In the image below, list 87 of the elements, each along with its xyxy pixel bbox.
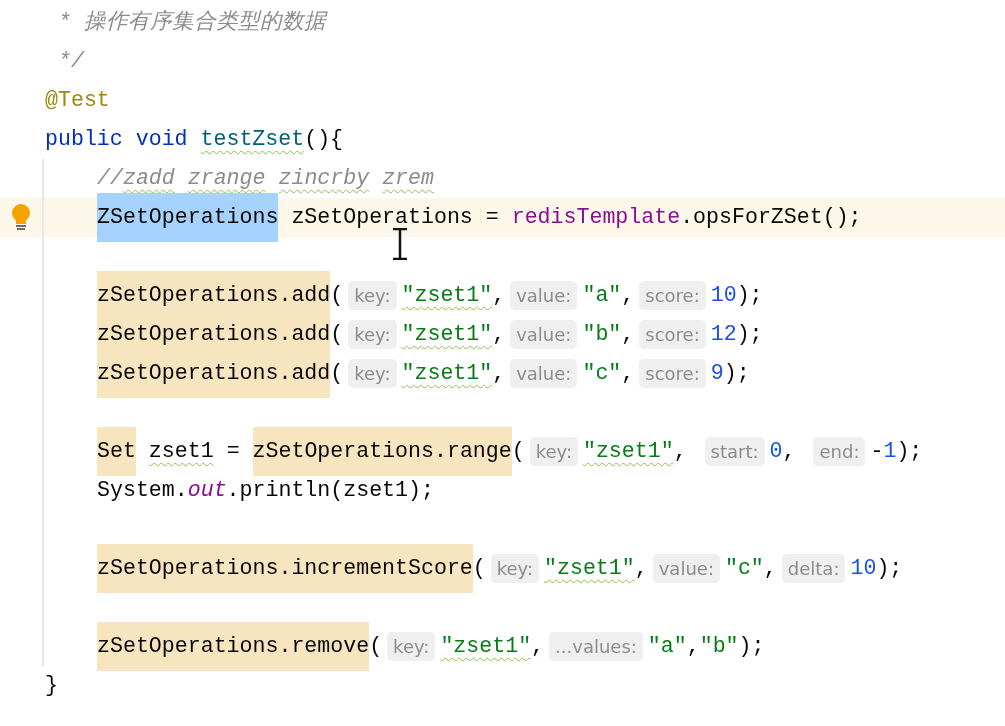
static-field: out — [187, 466, 227, 515]
number-literal: 10 — [850, 555, 877, 582]
code-text: ZSetOperations — [97, 193, 279, 242]
inlay-hint: value: — [510, 281, 578, 310]
text-cursor-icon — [391, 228, 409, 260]
number-literal: 10 — [710, 282, 737, 309]
code-text: , — [531, 633, 545, 660]
code-text: , — [782, 438, 797, 465]
code-text: , — [634, 555, 648, 582]
number-literal: 9 — [710, 360, 724, 387]
code-comment: * 操作有序集合类型的数据 — [56, 9, 326, 36]
string-literal: "zset1" — [440, 633, 532, 660]
code-text: ( — [511, 438, 525, 465]
code-text: zSetOperations.incrementScore — [97, 544, 473, 593]
keyword: public void — [45, 126, 189, 153]
code-text: zSetOperations.range — [252, 427, 512, 476]
lightbulb-icon[interactable] — [10, 202, 32, 233]
code-text: zSetOperations.remove — [97, 622, 370, 671]
code-text: ( — [330, 282, 344, 309]
code-text: ); — [736, 282, 763, 309]
code-text: .opsForZSet(); — [680, 204, 862, 231]
code-text: ( — [369, 633, 383, 660]
number-literal: 1 — [883, 438, 897, 465]
code-text: ( — [330, 360, 344, 387]
code-text: , — [492, 321, 506, 348]
code-text: , — [621, 321, 635, 348]
code-text: , — [492, 282, 506, 309]
code-text: .println(zset1); — [226, 477, 434, 504]
number-literal: 12 — [710, 321, 737, 348]
code-text: (){ — [304, 126, 344, 153]
code-text: ( — [330, 321, 344, 348]
code-text: , — [763, 555, 777, 582]
inlay-hint: end: — [813, 437, 866, 466]
inlay-hint: value: — [510, 359, 578, 388]
code-text: , — [686, 633, 700, 660]
code-text: , — [673, 438, 688, 465]
inlay-hint: start: — [704, 437, 765, 466]
code-comment: zrem — [381, 165, 434, 192]
string-literal: "a" — [647, 633, 687, 660]
code-text: ); — [896, 438, 923, 465]
inlay-hint: key: — [387, 632, 436, 661]
inlay-hint: key: — [348, 359, 397, 388]
field-name: redisTemplate — [511, 204, 681, 231]
inlay-hint: key: — [490, 554, 540, 583]
code-comment: zrange — [186, 165, 266, 192]
inlay-hint: value: — [510, 320, 578, 349]
code-text: ( — [472, 555, 486, 582]
inlay-hint: delta: — [781, 554, 846, 583]
inlay-hint: ...values: — [549, 632, 643, 661]
string-literal: "c" — [582, 360, 622, 387]
code-comment: // — [97, 165, 123, 192]
code-text: System. — [97, 477, 188, 504]
inlay-hint: key: — [529, 437, 578, 466]
code-text: = — [225, 438, 241, 465]
code-text: } — [45, 672, 58, 699]
number-literal: 0 — [769, 438, 783, 465]
string-literal: "b" — [699, 633, 739, 660]
code-text: , — [621, 282, 635, 309]
string-literal: "zset1" — [401, 282, 493, 309]
annotation: @Test — [45, 87, 110, 114]
inlay-hint: key: — [348, 281, 397, 310]
string-literal: "a" — [582, 282, 622, 309]
code-text: zset1 — [147, 438, 214, 465]
inlay-hint: value: — [652, 554, 720, 583]
string-literal: "zset1" — [544, 555, 635, 582]
code-text: ); — [723, 360, 750, 387]
code-text: Set — [97, 427, 136, 476]
inlay-hint: key: — [348, 320, 397, 349]
code-text: - — [870, 438, 884, 465]
inlay-hint: score: — [639, 359, 706, 388]
inlay-hint: score: — [639, 281, 706, 310]
code-text: , — [492, 360, 506, 387]
string-literal: "c" — [724, 555, 764, 582]
code-text: zSetOperations = — [290, 204, 500, 231]
inlay-hint: score: — [639, 320, 706, 349]
code-comment: zadd — [122, 165, 175, 192]
string-literal: "zset1" — [401, 360, 493, 387]
code-text: ); — [738, 633, 765, 660]
code-text: ); — [736, 321, 763, 348]
code-comment: */ — [56, 48, 84, 75]
string-literal: "b" — [582, 321, 622, 348]
string-literal: "zset1" — [582, 438, 674, 465]
code-text: , — [621, 360, 635, 387]
method-name: testZset — [200, 126, 305, 153]
string-literal: "zset1" — [401, 321, 493, 348]
code-comment: zincrby — [277, 165, 370, 192]
code-text: ); — [876, 555, 903, 582]
